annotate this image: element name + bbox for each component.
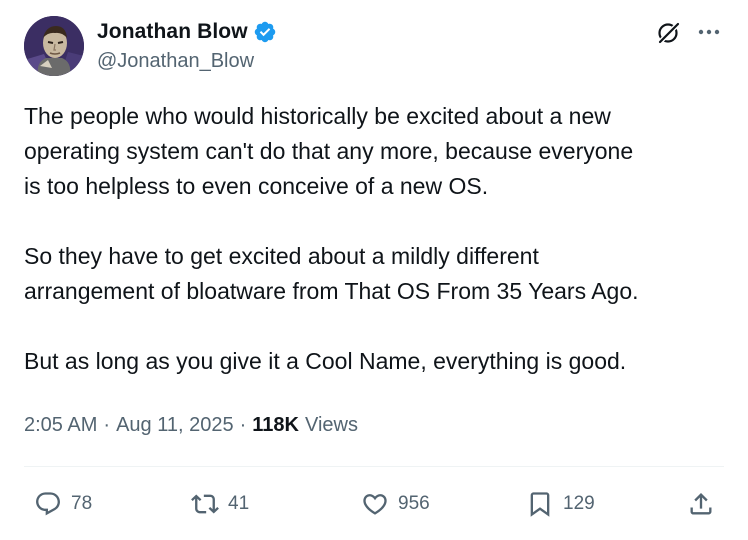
tweet-time[interactable]: 2:05 AM — [24, 414, 97, 437]
author-handle[interactable]: @Jonathan_Blow — [97, 50, 254, 73]
share-icon — [690, 493, 712, 515]
more-dots-icon[interactable] — [696, 22, 722, 42]
bookmark-icon — [530, 492, 550, 517]
author-name-row[interactable]: Jonathan Blow — [97, 18, 277, 46]
share-button[interactable] — [686, 490, 716, 518]
verified-badge-icon[interactable] — [253, 20, 277, 44]
bookmark-count: 129 — [563, 493, 595, 514]
grok-icon[interactable] — [656, 20, 682, 46]
reply-icon — [36, 492, 60, 516]
tweet-paragraph: The people who would historically be exc… — [24, 103, 634, 199]
repost-count: 41 — [228, 493, 250, 514]
like-count: 956 — [398, 493, 430, 514]
heart-icon — [363, 494, 387, 515]
divider — [24, 466, 724, 467]
avatar[interactable] — [24, 16, 84, 76]
views-count: 118K — [252, 414, 299, 436]
bookmark-button[interactable]: 129 — [525, 490, 595, 518]
tweet-meta: 2:05 AM · Aug 11, 2025 · 118K Views — [24, 414, 358, 437]
tweet-text: The people who would historically be exc… — [24, 99, 724, 379]
tweet-paragraph: But as long as you give it a Cool Name, … — [24, 348, 627, 374]
reply-button[interactable]: 78 — [33, 490, 92, 518]
tweet-paragraph: So they have to get excited about a mild… — [24, 243, 639, 304]
repost-icon — [191, 494, 219, 514]
author-display-name[interactable]: Jonathan Blow — [97, 20, 248, 44]
views-label: Views — [304, 414, 358, 436]
repost-button[interactable]: 41 — [190, 490, 249, 518]
tweet-date[interactable]: Aug 11, 2025 — [116, 414, 234, 437]
meta-separator: · — [239, 414, 247, 436]
reply-count: 78 — [71, 493, 93, 514]
meta-separator: · — [103, 414, 111, 436]
like-button[interactable]: 956 — [360, 490, 430, 518]
avatar-illustration-icon — [24, 16, 84, 76]
tweet[interactable]: Jonathan Blow @Jonathan_Blow The people … — [0, 0, 748, 540]
